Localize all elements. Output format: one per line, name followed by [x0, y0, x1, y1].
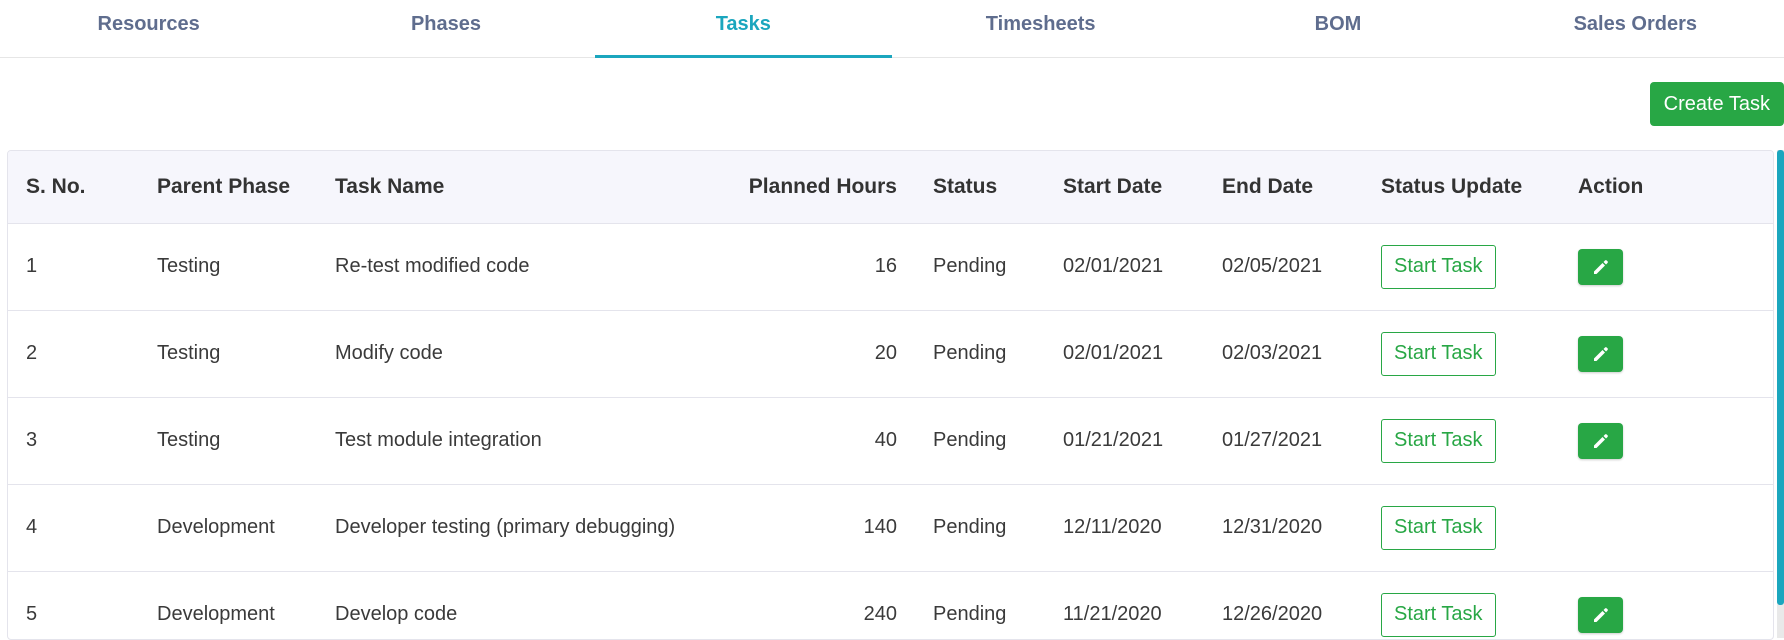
- cell-start-date: 01/21/2021: [1045, 397, 1204, 485]
- header-task-name[interactable]: Task Name: [317, 151, 717, 224]
- header-sno[interactable]: S. No.: [8, 151, 139, 224]
- cell-end-date: 12/26/2020: [1204, 571, 1363, 639]
- tab-tasks[interactable]: Tasks: [594, 0, 893, 58]
- tab-resources[interactable]: Resources: [0, 0, 297, 57]
- cell-parent-phase: Testing: [139, 310, 317, 398]
- edit-task-button[interactable]: [1578, 422, 1623, 459]
- cell-action: [1560, 310, 1773, 398]
- cell-parent-phase: Development: [139, 484, 317, 572]
- cell-task-name: Developer testing (primary debugging): [317, 484, 717, 572]
- cell-planned-hours: 240: [717, 571, 915, 639]
- cell-status-update: Start Task: [1363, 571, 1560, 639]
- vertical-scrollbar[interactable]: [1777, 150, 1784, 638]
- cell-sno: 5: [8, 571, 139, 639]
- create-task-button[interactable]: Create Task: [1649, 82, 1784, 126]
- cell-start-date: 02/01/2021: [1045, 223, 1204, 311]
- cell-status: Pending: [915, 310, 1045, 398]
- header-start-date[interactable]: Start Date: [1045, 151, 1204, 224]
- tasks-table-container: S. No. Parent Phase Task Name Planned Ho…: [7, 150, 1774, 640]
- tasks-table: S. No. Parent Phase Task Name Planned Ho…: [8, 151, 1773, 639]
- scrollbar-thumb[interactable]: [1777, 150, 1784, 605]
- header-parent-phase[interactable]: Parent Phase: [139, 151, 317, 224]
- cell-status-update: Start Task: [1363, 310, 1560, 398]
- cell-task-name: Test module integration: [317, 397, 717, 485]
- cell-sno: 2: [8, 310, 139, 398]
- edit-task-button[interactable]: [1578, 248, 1623, 285]
- cell-parent-phase: Testing: [139, 223, 317, 311]
- header-status[interactable]: Status: [915, 151, 1045, 224]
- cell-end-date: 01/27/2021: [1204, 397, 1363, 485]
- table-row: 5 Development Develop code 240 Pending 1…: [8, 571, 1773, 639]
- cell-action: [1560, 571, 1773, 639]
- cell-end-date: 12/31/2020: [1204, 484, 1363, 572]
- cell-status-update: Start Task: [1363, 223, 1560, 311]
- cell-parent-phase: Development: [139, 571, 317, 639]
- cell-status: Pending: [915, 223, 1045, 311]
- cell-status-update: Start Task: [1363, 397, 1560, 485]
- header-end-date[interactable]: End Date: [1204, 151, 1363, 224]
- start-task-button[interactable]: Start Task: [1381, 244, 1496, 289]
- cell-start-date: 12/11/2020: [1045, 484, 1204, 572]
- cell-task-name: Re-test modified code: [317, 223, 717, 311]
- cell-action: [1560, 484, 1773, 572]
- cell-sno: 4: [8, 484, 139, 572]
- edit-task-button[interactable]: [1578, 335, 1623, 372]
- tab-bom[interactable]: BOM: [1189, 0, 1486, 57]
- start-task-button[interactable]: Start Task: [1381, 505, 1496, 550]
- table-row: 3 Testing Test module integration 40 Pen…: [8, 397, 1773, 485]
- cell-end-date: 02/03/2021: [1204, 310, 1363, 398]
- pencil-icon: [1593, 259, 1608, 274]
- cell-sno: 3: [8, 397, 139, 485]
- header-status-update: Status Update: [1363, 151, 1560, 224]
- header-planned-hours[interactable]: Planned Hours: [717, 151, 915, 224]
- cell-start-date: 11/21/2020: [1045, 571, 1204, 639]
- cell-status-update: Start Task: [1363, 484, 1560, 572]
- table-row: 2 Testing Modify code 20 Pending 02/01/2…: [8, 310, 1773, 398]
- cell-status: Pending: [915, 397, 1045, 485]
- cell-task-name: Modify code: [317, 310, 717, 398]
- cell-planned-hours: 16: [717, 223, 915, 311]
- tab-timesheets[interactable]: Timesheets: [892, 0, 1189, 57]
- edit-task-button[interactable]: [1578, 596, 1623, 633]
- start-task-button[interactable]: Start Task: [1381, 418, 1496, 463]
- cell-sno: 1: [8, 223, 139, 311]
- pencil-icon: [1593, 607, 1608, 622]
- start-task-button[interactable]: Start Task: [1381, 592, 1496, 637]
- cell-planned-hours: 140: [717, 484, 915, 572]
- tab-bar: Resources Phases Tasks Timesheets BOM Sa…: [0, 0, 1784, 58]
- tab-phases[interactable]: Phases: [297, 0, 594, 57]
- cell-planned-hours: 20: [717, 310, 915, 398]
- cell-action: [1560, 223, 1773, 311]
- pencil-icon: [1593, 433, 1608, 448]
- cell-planned-hours: 40: [717, 397, 915, 485]
- cell-task-name: Develop code: [317, 571, 717, 639]
- header-action: Action: [1560, 151, 1773, 224]
- pencil-icon: [1593, 346, 1608, 361]
- cell-status: Pending: [915, 484, 1045, 572]
- cell-status: Pending: [915, 571, 1045, 639]
- cell-end-date: 02/05/2021: [1204, 223, 1363, 311]
- start-task-button[interactable]: Start Task: [1381, 331, 1496, 376]
- cell-action: [1560, 397, 1773, 485]
- table-row: 4 Development Developer testing (primary…: [8, 484, 1773, 572]
- tab-sales-orders[interactable]: Sales Orders: [1487, 0, 1784, 57]
- cell-parent-phase: Testing: [139, 397, 317, 485]
- table-row: 1 Testing Re-test modified code 16 Pendi…: [8, 223, 1773, 311]
- cell-start-date: 02/01/2021: [1045, 310, 1204, 398]
- table-header-row: S. No. Parent Phase Task Name Planned Ho…: [8, 151, 1773, 224]
